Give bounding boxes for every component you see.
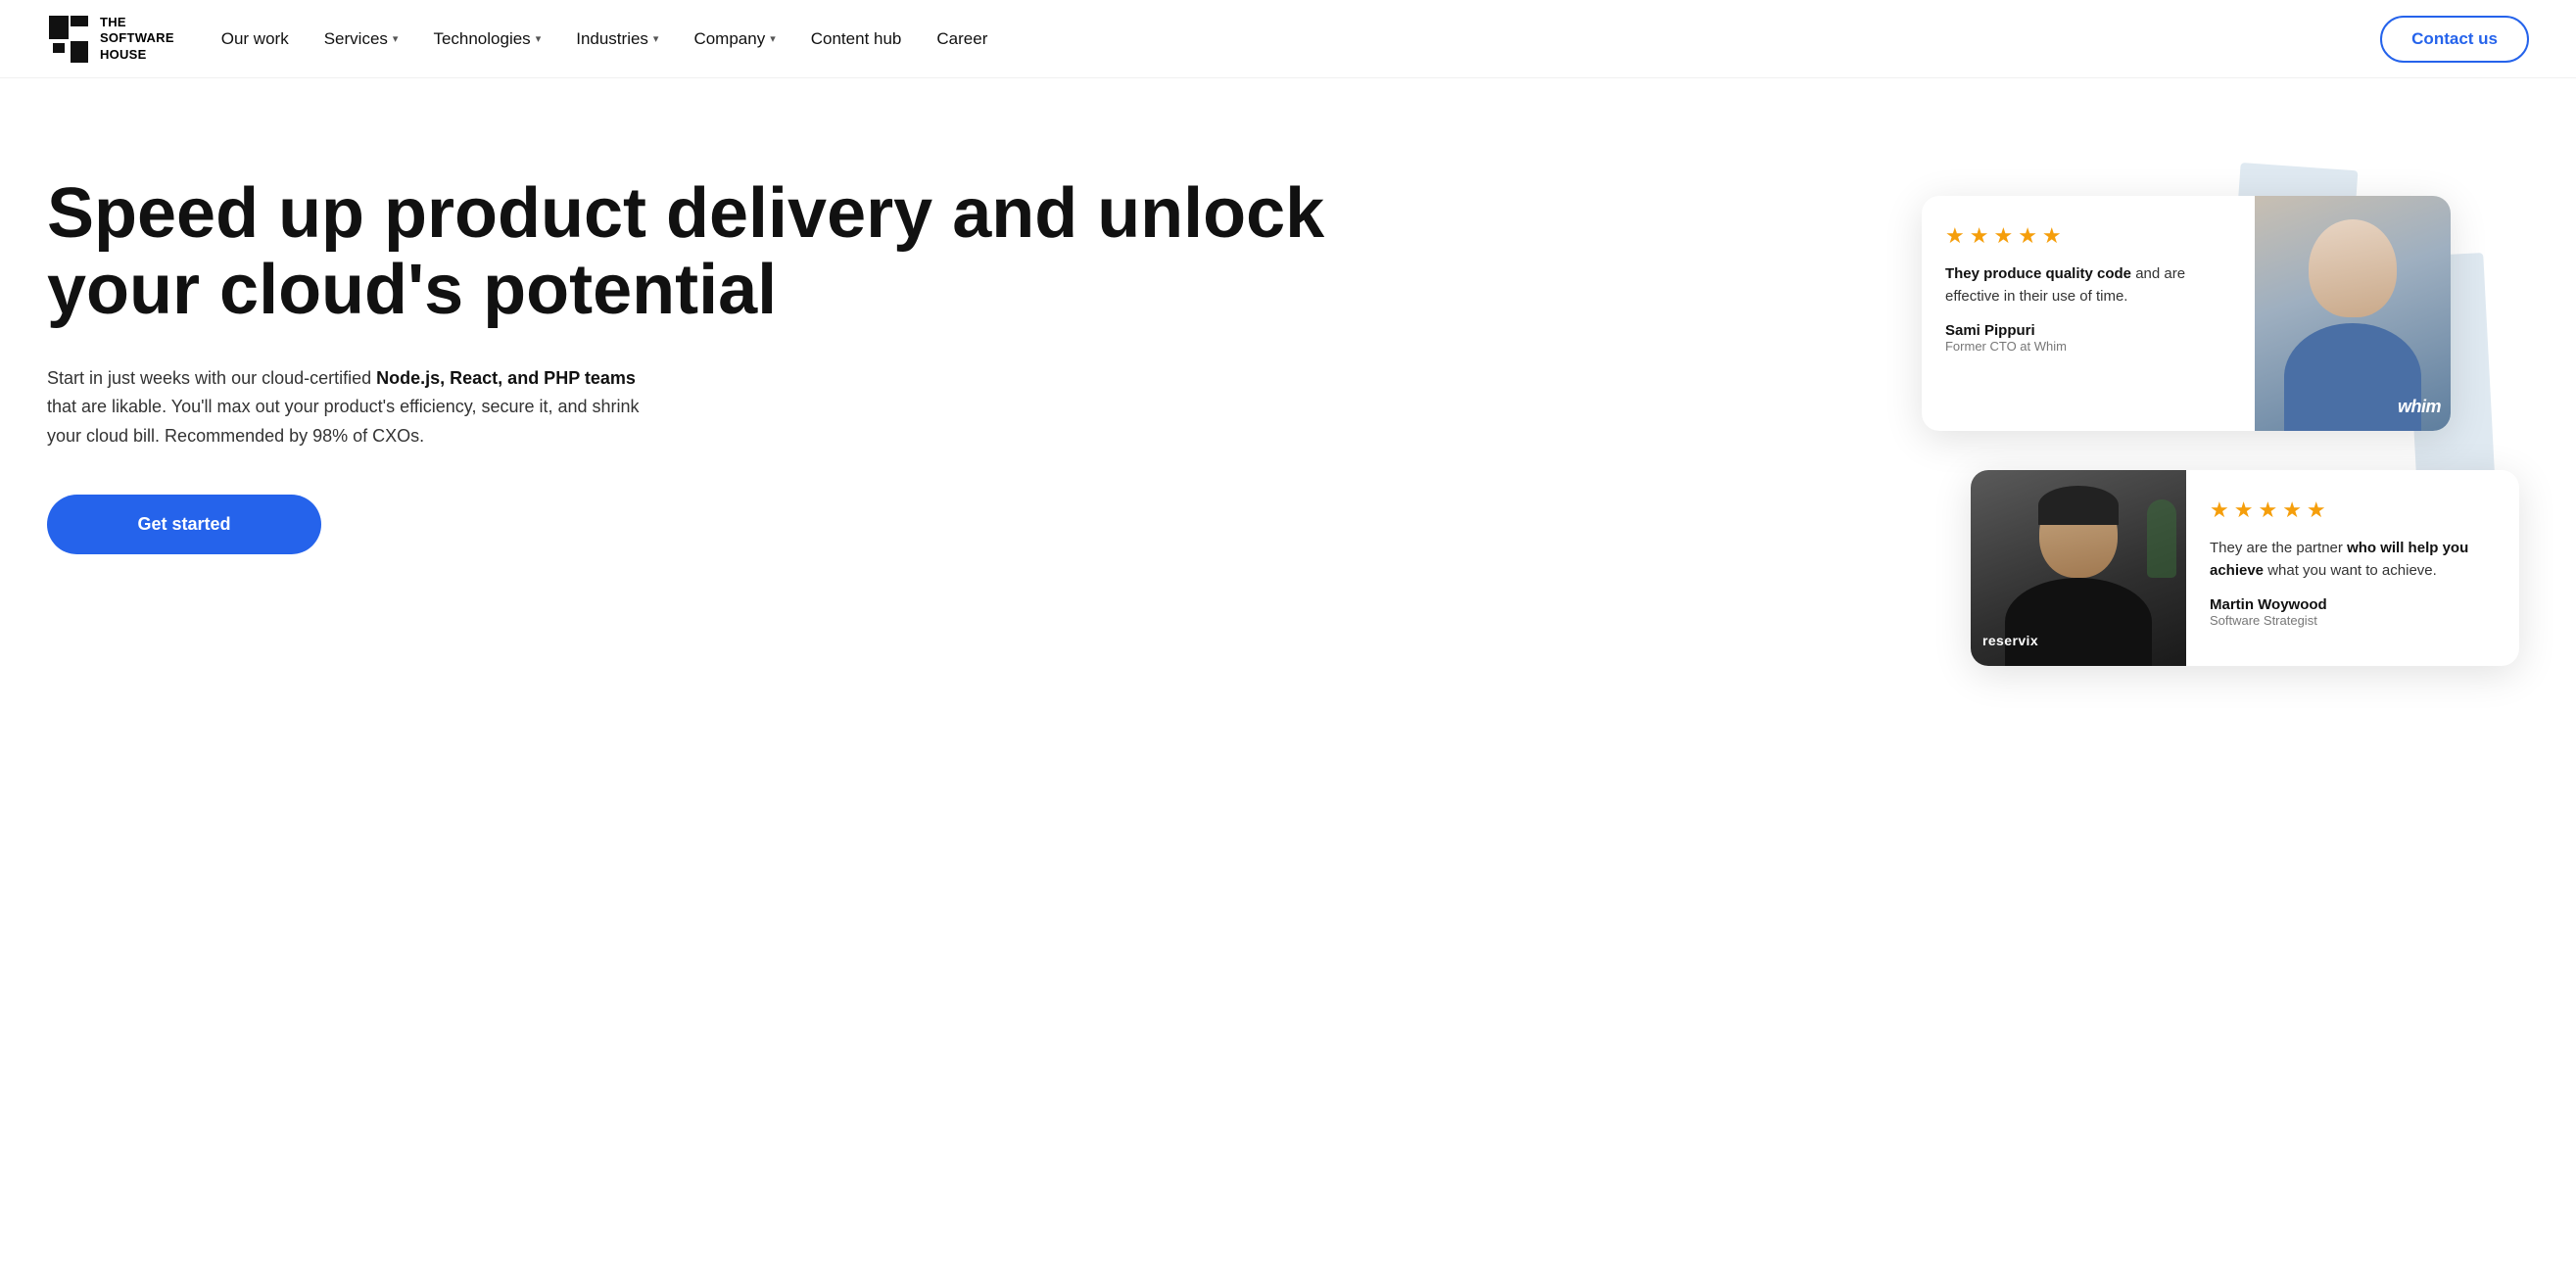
nav-link-career[interactable]: Career bbox=[936, 29, 987, 49]
star-icon: ★ bbox=[2258, 497, 2277, 523]
testimonial-card-1: ★ ★ ★ ★ ★ They produce quality code and … bbox=[1922, 196, 2451, 431]
testimonial-card-2-author: Martin Woywood bbox=[2210, 596, 2496, 613]
testimonial-card-2-title: Software Strategist bbox=[2210, 613, 2496, 628]
hero-cta-button[interactable]: Get started bbox=[47, 495, 321, 554]
hero-cta-wrap: Get started bbox=[47, 495, 1412, 554]
nav-links: Our work Services ▾ Technologies ▾ Indus… bbox=[221, 29, 2380, 49]
star-icon: ★ bbox=[1993, 223, 2013, 249]
chevron-down-icon: ▾ bbox=[770, 32, 776, 45]
navbar: THE SOFTWARE HOUSE Our work Services ▾ T… bbox=[0, 0, 2576, 78]
hero-section: Speed up product delivery and unlock you… bbox=[0, 78, 2576, 1279]
hero-left: Speed up product delivery and unlock you… bbox=[47, 137, 1412, 554]
logo-icon bbox=[47, 14, 90, 65]
contact-us-button[interactable]: Contact us bbox=[2380, 16, 2529, 63]
testimonial-card-2: reservix ★ ★ ★ ★ ★ They are the partner … bbox=[1971, 470, 2519, 666]
nav-link-content-hub[interactable]: Content hub bbox=[811, 29, 902, 49]
star-icon: ★ bbox=[2210, 497, 2229, 523]
hero-heading: Speed up product delivery and unlock you… bbox=[47, 176, 1412, 329]
star-icon: ★ bbox=[2234, 497, 2254, 523]
testimonial-card-2-photo: reservix bbox=[1971, 470, 2186, 666]
testimonial-card-1-title: Former CTO at Whim bbox=[1945, 339, 2231, 354]
testimonial-card-2-quote: They are the partner who will help you a… bbox=[2210, 537, 2496, 583]
nav-link-our-work[interactable]: Our work bbox=[221, 29, 289, 49]
nav-link-industries[interactable]: Industries ▾ bbox=[576, 29, 658, 49]
chevron-down-icon: ▾ bbox=[653, 32, 659, 45]
logo[interactable]: THE SOFTWARE HOUSE bbox=[47, 14, 174, 65]
whim-logo: whim bbox=[2398, 397, 2441, 417]
logo-text: THE SOFTWARE HOUSE bbox=[100, 15, 174, 63]
chevron-down-icon: ▾ bbox=[536, 32, 542, 45]
nav-link-technologies[interactable]: Technologies ▾ bbox=[433, 29, 541, 49]
reservix-logo: reservix bbox=[1982, 633, 2038, 648]
testimonial-card-1-stars: ★ ★ ★ ★ ★ bbox=[1945, 223, 2231, 249]
star-icon: ★ bbox=[2307, 497, 2326, 523]
testimonial-card-2-stars: ★ ★ ★ ★ ★ bbox=[2210, 497, 2496, 523]
testimonial-card-1-photo: whim bbox=[2255, 196, 2451, 431]
nav-link-services[interactable]: Services ▾ bbox=[324, 29, 399, 49]
star-icon: ★ bbox=[1945, 223, 1965, 249]
hero-subtext: Start in just weeks with our cloud-certi… bbox=[47, 364, 654, 451]
star-icon: ★ bbox=[1970, 223, 1989, 249]
chevron-down-icon: ▾ bbox=[393, 32, 399, 45]
nav-link-company[interactable]: Company ▾ bbox=[693, 29, 775, 49]
star-icon: ★ bbox=[2042, 223, 2062, 249]
star-icon: ★ bbox=[2018, 223, 2037, 249]
testimonial-card-1-body: ★ ★ ★ ★ ★ They produce quality code and … bbox=[1922, 196, 2255, 431]
testimonial-card-2-body: ★ ★ ★ ★ ★ They are the partner who will … bbox=[2186, 470, 2519, 666]
hero-right: ★ ★ ★ ★ ★ They produce quality code and … bbox=[1412, 137, 2529, 744]
star-icon: ★ bbox=[2282, 497, 2302, 523]
testimonial-card-1-quote: They produce quality code and are effect… bbox=[1945, 262, 2231, 308]
testimonial-card-1-author: Sami Pippuri bbox=[1945, 322, 2231, 339]
